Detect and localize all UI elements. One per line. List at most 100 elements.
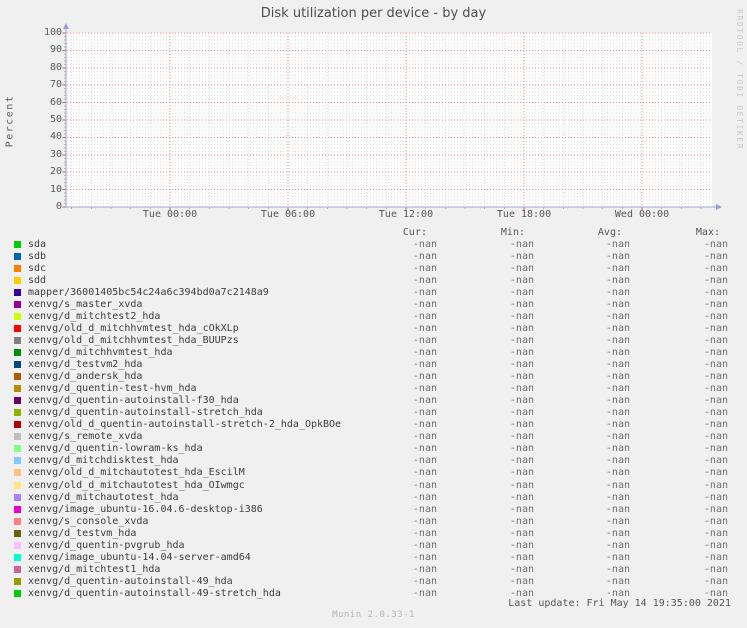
x-tick-label: Tue 00:00 <box>135 210 205 220</box>
stat-cur-value: -nan <box>413 263 437 275</box>
stat-max-value: -nan <box>704 552 728 564</box>
legend-row: xenvg/d_quentin-pvgrub_hda-nan-nan-nan-n… <box>0 540 747 552</box>
stat-avg-value: -nan <box>606 540 630 552</box>
stat-max-value: -nan <box>704 347 728 359</box>
stat-column-header: Min: <box>501 227 525 239</box>
stat-avg-value: -nan <box>606 552 630 564</box>
legend-color-swatch <box>14 289 21 296</box>
legend-row: sdd-nan-nan-nan-nan <box>0 275 747 287</box>
legend-row: xenvg/d_mitchhvmtest_hda-nan-nan-nan-nan <box>0 347 747 359</box>
legend-row: xenvg/s_remote_xvda-nan-nan-nan-nan <box>0 431 747 443</box>
legend-color-swatch <box>14 506 21 513</box>
stat-cur-value: -nan <box>413 576 437 588</box>
legend-color-swatch <box>14 421 21 428</box>
y-tick-label: 10 <box>28 185 62 195</box>
legend-row: xenvg/d_quentin-test-hvm_hda -nan -nan -nan… <box>0 383 747 395</box>
legend-series-name: xenvg/old_d_mitchautotest_hda_OIwmgc <box>28 480 245 492</box>
y-axis-label: Percent <box>5 95 16 148</box>
stat-avg-value: -nan <box>606 395 630 407</box>
chart-title: Disk utilization per device - by day <box>0 7 747 21</box>
legend-color-swatch <box>14 253 21 260</box>
legend-color-swatch <box>14 313 21 320</box>
stat-min-value: -nan <box>510 492 534 504</box>
stat-max-value: -nan <box>704 540 728 552</box>
stat-avg-value: -nan <box>606 492 630 504</box>
stat-avg-value: -nan <box>606 467 630 479</box>
stat-min-value: -nan <box>510 540 534 552</box>
legend-color-swatch <box>14 566 21 573</box>
stat-cur-value: -nan <box>413 528 437 540</box>
legend-color-swatch <box>14 373 21 380</box>
stat-avg-value: -nan <box>606 419 630 431</box>
legend-row: xenvg/d_testvm2_hda-nan-nan-nan-nan <box>0 359 747 371</box>
legend-row: sda-nan-nan-nan-nan <box>0 239 747 251</box>
legend-series-name: xenvg/d_quentin-test-hvm_hda <box>28 383 197 395</box>
stat-min-value: -nan <box>510 528 534 540</box>
stat-min-value: -nan <box>510 455 534 467</box>
legend-row: xenvg/d_testvm_hda-nan-nan-nan-nan <box>0 528 747 540</box>
legend-color-swatch <box>14 530 21 537</box>
stat-max-value: -nan <box>704 299 728 311</box>
stat-avg-value: -nan <box>606 504 630 516</box>
stat-min-value: -nan <box>510 371 534 383</box>
plot-area <box>67 33 712 207</box>
legend-color-swatch <box>14 554 21 561</box>
legend-series-name: xenvg/d_quentin-autoinstall-49-stretch_h… <box>28 588 281 600</box>
stat-max-value: -nan <box>704 492 728 504</box>
legend-series-name: xenvg/old_d_mitchhvmtest_hda_cOkXLp <box>28 323 239 335</box>
stat-max-value: -nan <box>704 275 728 287</box>
legend-series-name: xenvg/s_remote_xvda <box>28 431 142 443</box>
stat-cur-value: -nan <box>413 251 437 263</box>
legend-row: sdc-nan-nan-nan-nan <box>0 263 747 275</box>
legend-series-name: xenvg/s_master_xvda <box>28 299 142 311</box>
legend-series-name: xenvg/d_testvm_hda <box>28 528 136 540</box>
legend-row: xenvg/old_d_mitchautotest_hda_OIwmgc -nan… <box>0 480 747 492</box>
stat-cur-value: -nan <box>413 443 437 455</box>
stat-min-value: -nan <box>510 359 534 371</box>
legend-row: xenvg/d_quentin-autoinstall-f30_hda-nan-… <box>0 395 747 407</box>
stat-min-value: -nan <box>510 383 534 395</box>
legend-color-swatch <box>14 482 21 489</box>
stat-avg-value: -nan <box>606 287 630 299</box>
stat-cur-value: -nan <box>413 419 437 431</box>
stat-max-value: -nan <box>704 504 728 516</box>
legend-series-name: xenvg/d_quentin-pvgrub_hda <box>28 540 185 552</box>
legend-series-name: xenvg/d_quentin-lowram-ks_hda <box>28 443 203 455</box>
stat-max-value: -nan <box>704 395 728 407</box>
stat-avg-value: -nan <box>606 275 630 287</box>
stat-max-value: -nan <box>704 516 728 528</box>
stat-min-value: -nan <box>510 431 534 443</box>
x-tick-label: Tue 18:00 <box>489 210 559 220</box>
stat-min-value: -nan <box>510 275 534 287</box>
stat-avg-value: -nan <box>606 311 630 323</box>
legend-series-name: xenvg/d_quentin-autoinstall-49_hda <box>28 576 233 588</box>
legend-row: xenvg/old_d_mitchhvmtest_hda_cOkXLp-nan-… <box>0 323 747 335</box>
stat-min-value: -nan <box>510 564 534 576</box>
x-tick-label: Wed 00:00 <box>607 210 677 220</box>
stat-cur-value: -nan <box>413 239 437 251</box>
y-tick-label: 20 <box>28 167 62 177</box>
stat-min-value: -nan <box>510 552 534 564</box>
legend-series-name: xenvg/d_mitchautotest_hda <box>28 492 179 504</box>
legend-row: xenvg/old_d_quentin-autoinstall-stretch-… <box>0 419 747 431</box>
stat-column-header: Max: <box>696 227 720 239</box>
stat-max-value: -nan <box>704 407 728 419</box>
stat-max-value: -nan <box>704 564 728 576</box>
stat-cur-value: -nan <box>413 383 437 395</box>
stat-max-value: -nan <box>704 335 728 347</box>
stat-max-value: -nan <box>704 431 728 443</box>
stat-max-value: -nan <box>704 263 728 275</box>
y-tick-label: 60 <box>28 98 62 108</box>
legend-color-swatch <box>14 361 21 368</box>
stat-max-value: -nan <box>704 287 728 299</box>
stat-max-value: -nan <box>704 443 728 455</box>
stat-min-value: -nan <box>510 263 534 275</box>
stat-cur-value: -nan <box>413 275 437 287</box>
stat-max-value: -nan <box>704 383 728 395</box>
stat-cur-value: -nan <box>413 323 437 335</box>
stat-avg-value: -nan <box>606 528 630 540</box>
stat-cur-value: -nan <box>413 552 437 564</box>
legend-series-name: xenvg/old_d_mitchautotest_hda_EscilM <box>28 467 245 479</box>
stat-max-value: -nan <box>704 480 728 492</box>
stat-cur-value: -nan <box>413 359 437 371</box>
